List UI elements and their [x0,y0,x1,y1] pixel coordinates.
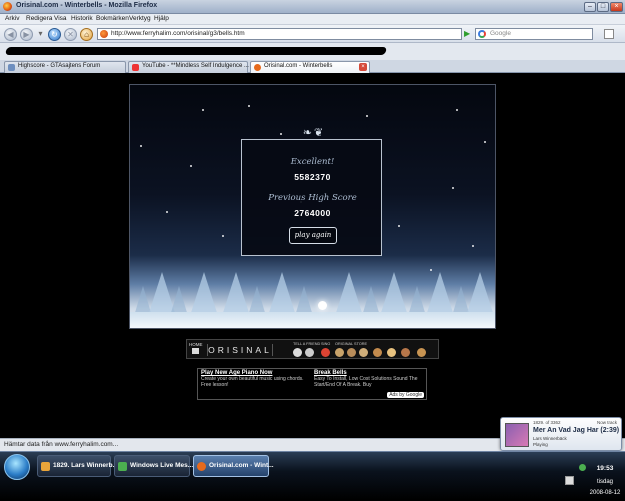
ornament-decoration: ❧❦ [302,127,326,139]
menu-visa[interactable]: Visa [54,15,67,22]
bunny-sprite [318,301,327,310]
store-item-icon[interactable] [335,348,344,357]
high-score-value: 2764000 [294,208,331,218]
now-playing-toast[interactable]: 1829. of 3362 Now track Mer An Vad Jag H… [500,417,622,451]
sing-icon[interactable] [321,348,330,357]
task-label: Windows Live Mes... [130,462,194,469]
ad-body: Easy To Install, Low Cost Solutions Soun… [314,376,418,388]
menu-bokmarken[interactable]: Bokmärken [96,15,129,22]
friend-icon[interactable] [293,348,302,357]
orisinal-bar: HOME ORISINAL TELL A FRIEND SING ORIGINA… [186,339,439,359]
ad-breakbells[interactable]: Break Bells Easy To Install, Low Cost So… [314,370,424,388]
start-orb-icon[interactable] [4,454,30,480]
album-art [505,423,529,447]
home-icon [191,348,199,354]
bookmarks-toolbar [0,43,625,60]
show-desktop-icon[interactable] [565,476,574,485]
snow-ground [130,312,495,328]
ad-body: Create your own beautiful music using ch… [201,376,304,388]
tab-winterbells[interactable]: Orisinal.com - Winterbells × [250,61,370,73]
stop-button[interactable]: ✕ [64,28,77,41]
search-placeholder: Google [490,30,511,37]
windows-taskbar: 1829. Lars Winnerb... Windows Live Mes..… [0,451,625,500]
close-tab-icon[interactable]: × [359,63,367,71]
close-button[interactable]: × [610,2,623,12]
minimize-button[interactable]: – [584,2,596,12]
tab-label: Orisinal.com - Winterbells [264,63,333,69]
sing-label: SING [321,342,331,346]
store-item-icon[interactable] [401,348,410,357]
orisinal-icon [254,64,261,71]
go-arrow-icon[interactable]: ▶ [464,29,473,39]
window-title: Orisinal.com - Winterbells - Mozilla Fir… [16,2,158,9]
playback-state: Playing [533,442,548,447]
tab-youtube[interactable]: YouTube - **Mindless Self Indulgence ... [128,61,249,73]
history-dropdown-icon[interactable]: ▾ [36,28,45,41]
store-item-icon[interactable] [373,348,382,357]
search-input[interactable]: Google [475,28,593,40]
tab-highscore[interactable]: Highscore - GTAsajtens Forum [4,61,126,73]
navigation-toolbar: ◀ ▶ ▾ ↻ ✕ ⌂ http://www.ferryhalim.com/or… [0,25,625,43]
tab-bar: Highscore - GTAsajtens Forum YouTube - *… [0,60,625,73]
task-firefox[interactable]: Orisinal.com - Wint... [193,455,274,477]
messenger-icon [118,462,127,471]
home-button[interactable]: ⌂ [80,28,93,41]
now-track-label: Now track [596,420,617,425]
play-again-button[interactable]: play again [289,227,337,244]
site-favicon-icon [100,30,108,38]
firefox-taskbar-icon [197,462,206,471]
store-item-icon[interactable] [417,348,426,357]
task-live-messenger[interactable]: Windows Live Mes... [114,455,194,477]
store-item-icon[interactable] [387,348,396,357]
task-music-player[interactable]: 1829. Lars Winnerb... [37,455,118,477]
store-item-icon[interactable] [347,348,356,357]
forward-button[interactable]: ▶ [20,28,33,41]
track-number: 1829. of 3362 [533,420,561,425]
menu-verktyg[interactable]: Verktyg [129,15,151,22]
song-title: Mer An Vad Jag Har (2:39) [533,427,620,434]
task-label: Orisinal.com - Wint... [209,462,274,469]
status-text: Hämtar data från www.ferryhalim.com... [4,441,119,448]
ad-piano[interactable]: Play New Age Piano Now Create your own b… [201,370,311,388]
menu-historik[interactable]: Historik [71,15,93,22]
redaction-scribble [4,47,388,55]
tab-label: YouTube - **Mindless Self Indulgence ... [142,63,249,69]
ads-block: Play New Age Piano Now Create your own b… [197,368,427,400]
addon-icon[interactable] [604,29,614,39]
url-text: http://www.ferryhalim.com/orisinal/g3/be… [111,30,245,37]
music-player-icon [41,462,50,471]
youtube-icon [132,64,139,71]
google-icon [478,30,486,38]
store-item-icon[interactable] [359,348,368,357]
firefox-icon [3,2,12,11]
reload-button[interactable]: ↻ [48,28,61,41]
ads-by-google-badge[interactable]: Ads by Google [387,392,424,398]
score-value: 5582370 [294,172,331,182]
orisinal-logo[interactable]: ORISINAL [207,344,273,356]
menu-arkiv[interactable]: Arkiv [5,15,19,22]
menu-hjalp[interactable]: Hjälp [154,15,169,22]
clock-day: tisdag [596,479,613,485]
window-title-bar[interactable]: Orisinal.com - Winterbells - Mozilla Fir… [0,0,625,14]
task-label: 1829. Lars Winnerb... [53,462,118,469]
tab-label: Highscore - GTAsajtens Forum [18,63,101,69]
artist-name: Lars Winnerbäck [533,436,567,441]
system-tray: 19:53 tisdag 2008-08-12 [573,455,625,501]
menu-redigera[interactable]: Redigera [26,15,52,22]
clock-time[interactable]: 19:53 [587,465,623,472]
previous-high-score-label: Previous High Score [268,193,357,203]
store-label: ORIGINAL STORE [335,342,368,346]
home-link[interactable]: HOME [189,342,203,357]
excellent-label: Excellent! [290,157,335,167]
maximize-button[interactable]: □ [597,2,609,12]
forum-icon [8,64,15,71]
clock-date: 2008-08-12 [589,490,621,496]
friend-icon-2[interactable] [305,348,314,357]
url-bar[interactable]: http://www.ferryhalim.com/orisinal/g3/be… [97,28,462,40]
menu-bar: Arkiv Redigera Visa Historik Bokmärken V… [0,14,625,25]
tell-a-friend-label: TELL A FRIEND [293,342,321,346]
messenger-status-icon[interactable] [579,464,586,471]
back-button[interactable]: ◀ [4,28,17,41]
